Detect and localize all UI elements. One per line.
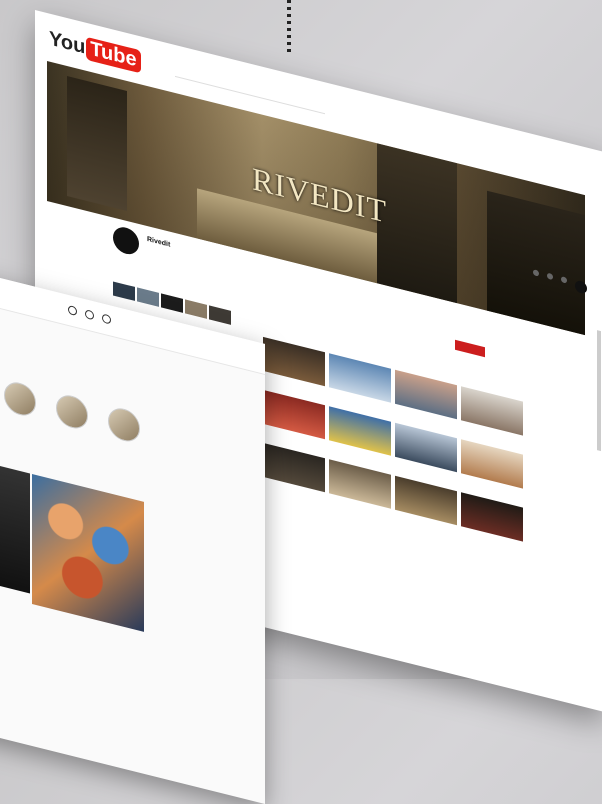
story-item[interactable] — [4, 378, 36, 422]
strip-thumb[interactable] — [161, 293, 183, 313]
banner-building-right — [487, 190, 585, 336]
strip-thumb[interactable] — [185, 299, 207, 319]
scrollbar[interactable] — [597, 330, 601, 452]
channel-tabs — [115, 258, 225, 286]
video-card[interactable] — [263, 336, 325, 393]
activity-icon[interactable] — [85, 309, 94, 321]
video-card[interactable] — [461, 386, 523, 442]
strip-thumb[interactable] — [113, 281, 135, 301]
top-bar-icons — [68, 304, 111, 325]
video-card[interactable] — [395, 475, 457, 532]
story-item[interactable] — [56, 391, 88, 435]
logo-you-text: You — [49, 27, 86, 59]
profile-window — [0, 268, 265, 804]
explore-icon[interactable] — [68, 304, 77, 317]
notifications-icon[interactable] — [561, 276, 567, 284]
post-thumbnail[interactable] — [32, 473, 144, 632]
video-card[interactable] — [263, 442, 325, 499]
banner-building-left — [67, 75, 127, 211]
video-card[interactable] — [329, 459, 391, 515]
story-item[interactable] — [108, 404, 140, 448]
subscribe-button[interactable] — [455, 339, 485, 358]
logo-tube-text: Tube — [86, 36, 141, 74]
strip-thumb[interactable] — [209, 305, 231, 325]
post-thumbnail[interactable] — [0, 465, 30, 594]
video-card[interactable] — [461, 492, 523, 548]
channel-name[interactable]: Rivedit — [147, 236, 170, 249]
strip-thumb[interactable] — [137, 287, 159, 307]
video-card[interactable] — [263, 389, 325, 446]
video-card[interactable] — [395, 369, 457, 426]
profile-icon[interactable] — [102, 313, 111, 325]
video-card[interactable] — [395, 422, 457, 479]
video-card[interactable] — [329, 406, 391, 462]
story-avatar[interactable] — [108, 404, 140, 445]
apps-icon[interactable] — [547, 272, 553, 281]
video-grid — [263, 336, 523, 549]
story-avatar[interactable] — [4, 378, 36, 419]
stories-row — [4, 378, 140, 448]
video-card[interactable] — [329, 353, 391, 409]
story-avatar[interactable] — [56, 391, 88, 432]
video-card[interactable] — [461, 439, 523, 495]
upload-icon[interactable] — [533, 269, 539, 277]
banner-tower — [377, 143, 457, 304]
channel-avatar[interactable] — [113, 224, 139, 257]
